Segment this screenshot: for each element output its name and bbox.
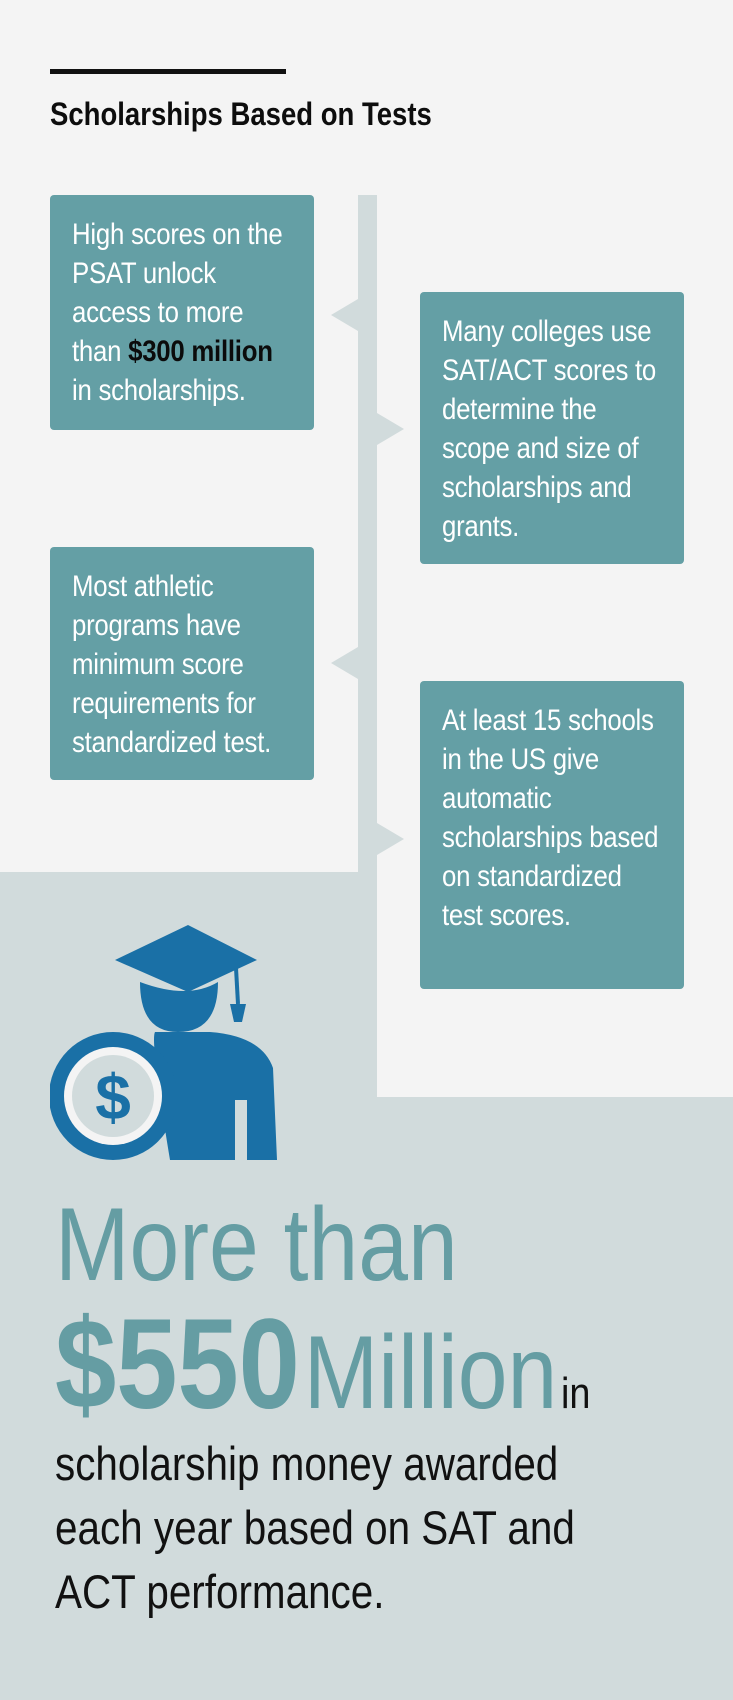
timeline-pointer [377,823,404,855]
stat-connector: in [561,1369,591,1418]
stat-unit: Million [303,1315,558,1431]
fact-card-text: At least 15 schools in the US give autom… [442,704,659,932]
timeline-spine [358,195,377,1097]
stat-amount: $550 [55,1293,300,1436]
fact-card-text: High scores on the PSAT unlock access to… [72,215,291,410]
stat-amount-line: $550 Million in [55,1300,590,1433]
fact-card-athletic: Most athletic programs have minimum scor… [50,547,314,780]
fact-card-text: Many colleges use SAT/ACT scores to dete… [442,315,657,543]
fact-card-colleges: Many colleges use SAT/ACT scores to dete… [420,292,684,564]
fact-card-psat: High scores on the PSAT unlock access to… [50,195,314,430]
stat-description: scholarship money awarded each year base… [55,1437,575,1618]
highlight-amount: $300 million [128,335,273,368]
title-rule [50,69,286,74]
dollar-sign: $ [95,1061,131,1133]
fact-card-text: Most athletic programs have minimum scor… [72,570,272,759]
page-title: Scholarships Based on Tests [50,96,432,132]
graduate-with-dollar-coin-icon: $ [50,925,277,1160]
stat-line1: More than [55,1187,458,1303]
timeline-pointer [331,299,358,331]
fact-card-automatic: At least 15 schools in the US give autom… [420,681,684,989]
timeline-pointer [331,647,358,679]
timeline-pointer [377,413,404,445]
fact-text-part: in scholarships. [72,374,246,407]
